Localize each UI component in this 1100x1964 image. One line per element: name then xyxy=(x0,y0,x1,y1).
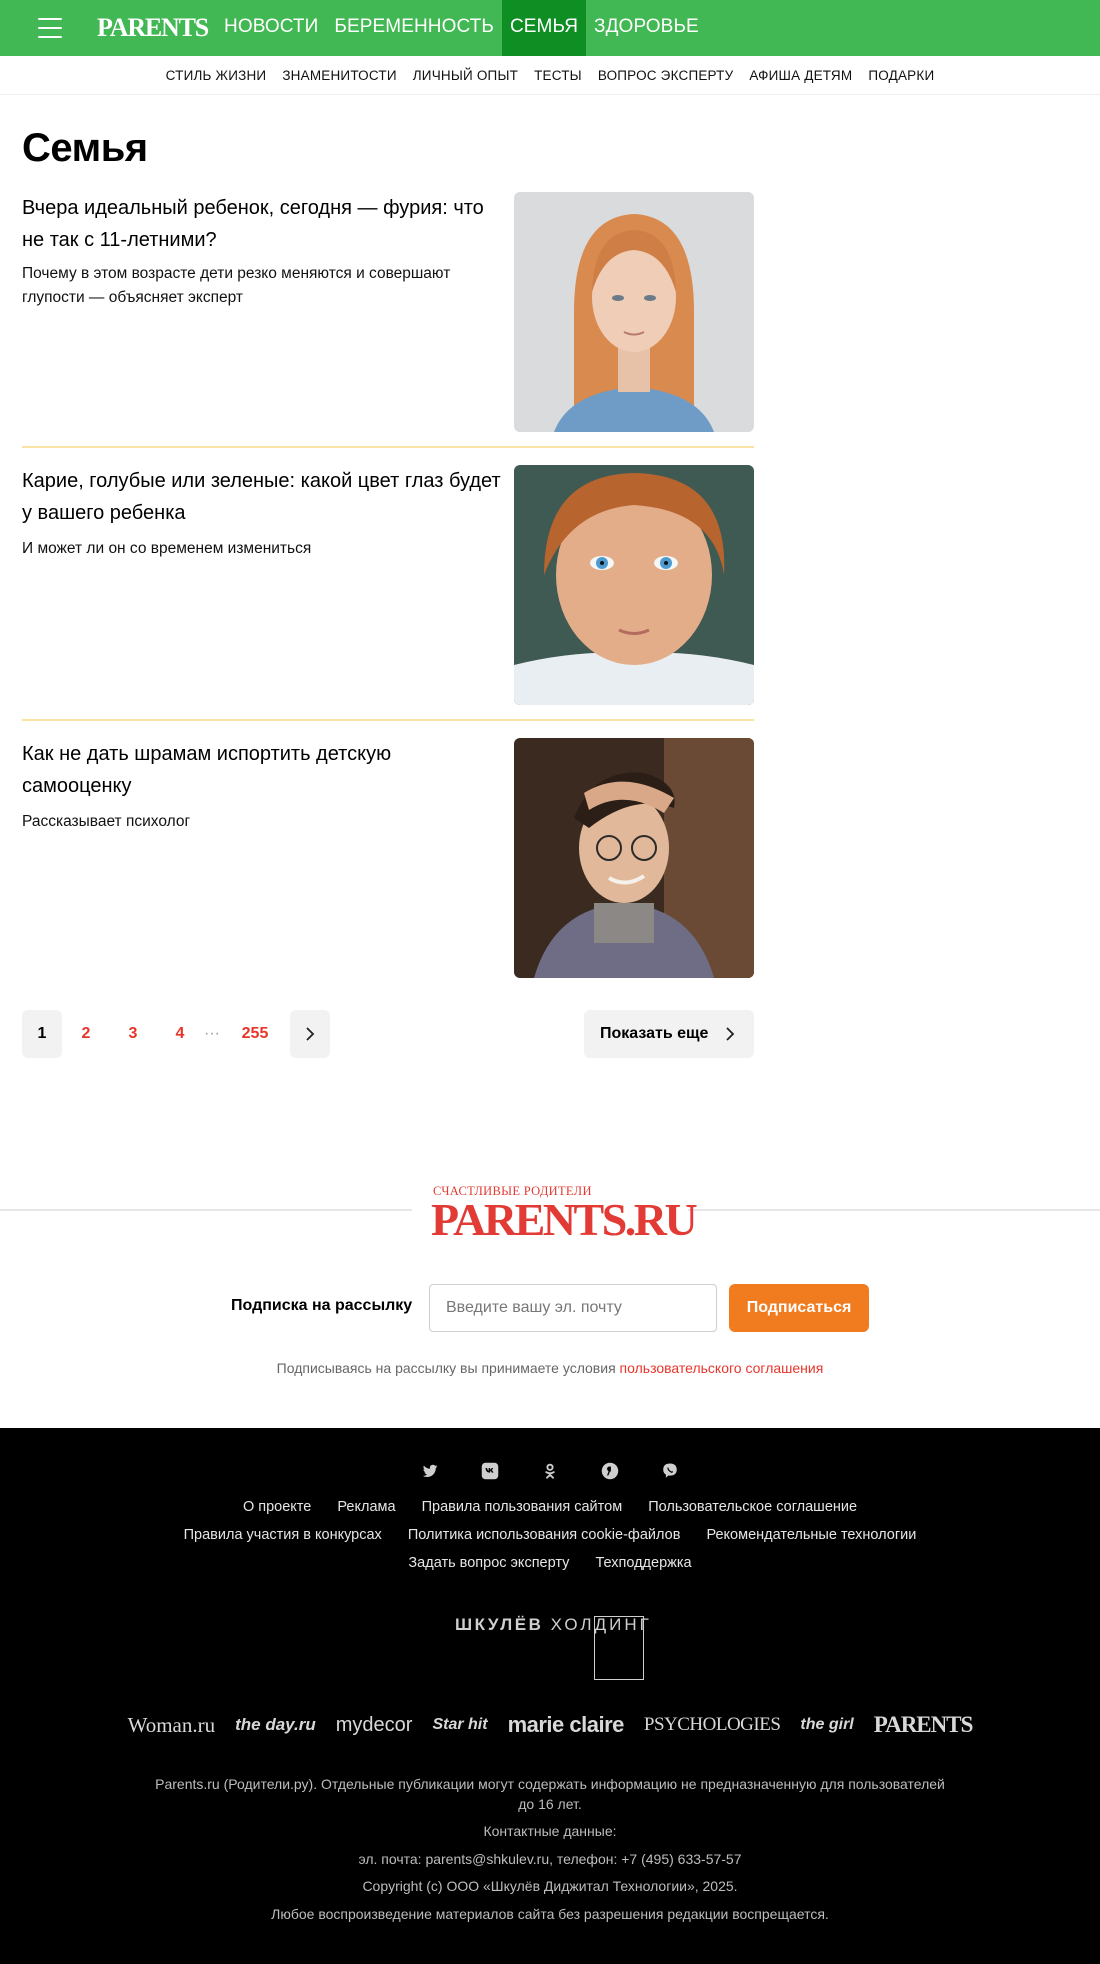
footer-links-row: Правила участия в конкурсах Политика исп… xyxy=(0,1527,1100,1543)
footer-disclaimer-cont: до 16 лет. xyxy=(518,1796,582,1812)
odnoklassniki-icon[interactable] xyxy=(541,1462,559,1480)
main-nav: НОВОСТИ БЕРЕМЕННОСТЬ СЕМЬЯ ЗДОРОВЬЕ xyxy=(216,0,707,56)
vk-icon[interactable] xyxy=(481,1462,499,1480)
footer-contacts: эл. почта: parents@shkulev.ru, телефон: … xyxy=(358,1851,742,1867)
footer-link-ask-expert[interactable]: Задать вопрос эксперту xyxy=(408,1555,569,1571)
pagination-page[interactable]: 4 xyxy=(160,1010,200,1058)
brand-marie-claire[interactable]: marie claire xyxy=(508,1712,625,1738)
article-title[interactable]: Карие, голубые или зеленые: какой цвет г… xyxy=(22,465,502,529)
yandex-icon[interactable] xyxy=(601,1462,619,1480)
brand-parents[interactable]: PARENTS xyxy=(874,1712,974,1738)
pagination-page[interactable]: 2 xyxy=(66,1010,106,1058)
top-navigation-bar: PARENTS НОВОСТИ БЕРЕМЕННОСТЬ СЕМЬЯ ЗДОРО… xyxy=(0,0,1100,56)
article-card: Как не дать шрамам испортить детскую сам… xyxy=(22,738,754,978)
subnav-item-gifts[interactable]: ПОДАРКИ xyxy=(868,68,934,83)
footer-copyright: Copyright (c) ООО «Шкулёв Диджитал Техно… xyxy=(362,1878,738,1894)
footer-link-recommendation-tech[interactable]: Рекомендательные технологии xyxy=(706,1527,916,1543)
article-title[interactable]: Вчера идеальный ребенок, сегодня — фурия… xyxy=(22,192,502,256)
email-input[interactable] xyxy=(429,1284,717,1332)
footer-links-row: О проекте Реклама Правила пользования са… xyxy=(0,1499,1100,1515)
footer-link-site-rules[interactable]: Правила пользования сайтом xyxy=(422,1499,623,1515)
page-title: Семья xyxy=(22,126,148,170)
article-image[interactable] xyxy=(514,192,754,432)
article-subtitle: И может ли он со временем измениться xyxy=(22,540,312,557)
pagination-next-button[interactable] xyxy=(290,1010,330,1058)
show-more-button[interactable]: Показать еще xyxy=(584,1010,754,1058)
footer-rights: Любое воспроизведение материалов сайта б… xyxy=(271,1906,829,1922)
footer-link-ads[interactable]: Реклама xyxy=(337,1499,395,1515)
footer-disclaimer: Parents.ru (Родители.ру). Отдельные публ… xyxy=(155,1776,945,1792)
nav-item-news[interactable]: НОВОСТИ xyxy=(216,0,326,56)
brand-starhit[interactable]: Star hit xyxy=(432,1716,487,1734)
chevron-right-icon xyxy=(306,1027,315,1041)
footer-link-contest-rules[interactable]: Правила участия в конкурсах xyxy=(184,1527,382,1543)
footer-links-row: Задать вопрос эксперту Техподдержка xyxy=(0,1555,1100,1571)
agreement-text: Подписываясь на рассылку вы принимаете у… xyxy=(276,1360,620,1376)
footer-link-support[interactable]: Техподдержка xyxy=(595,1555,691,1571)
brand-thegirl[interactable]: the girl xyxy=(800,1716,853,1734)
article-card: Карие, голубые или зеленые: какой цвет г… xyxy=(22,465,754,705)
nav-item-health[interactable]: ЗДОРОВЬЕ xyxy=(586,0,707,56)
article-image[interactable] xyxy=(514,738,754,978)
holding-logo-bold: ШКУЛЁВ xyxy=(455,1615,544,1634)
article-image[interactable] xyxy=(514,465,754,705)
article-divider xyxy=(22,719,754,721)
subscribe-button[interactable]: Подписаться xyxy=(729,1284,869,1332)
brand-divider-right xyxy=(688,1209,1100,1211)
brand-woman[interactable]: Woman.ru xyxy=(128,1713,216,1738)
twitter-icon[interactable] xyxy=(421,1462,439,1480)
subnav-item-personal-experience[interactable]: ЛИЧНЫЙ ОПЫТ xyxy=(413,68,518,83)
subscribe-agreement-text: Подписываясь на рассылку вы принимаете у… xyxy=(0,1360,1100,1376)
subnav-item-celebrities[interactable]: ЗНАМЕНИТОСТИ xyxy=(282,68,396,83)
brand-mydecor[interactable]: mydecor xyxy=(336,1714,413,1737)
subscribe-label: Подписка на рассылку xyxy=(231,1297,413,1314)
article-subtitle: Рассказывает психолог xyxy=(22,813,191,830)
brand-theday[interactable]: the day.ru xyxy=(235,1715,316,1735)
article-title[interactable]: Как не дать шрамам испортить детскую сам… xyxy=(22,738,502,802)
brand-psychologies[interactable]: PSYCHOLOGIES xyxy=(644,1714,781,1736)
holding-logo-light: ХОЛДИНГ xyxy=(550,1615,652,1634)
pagination-ellipsis: ··· xyxy=(204,1025,220,1042)
holding-logo[interactable]: ШКУЛЁВ ХОЛДИНГ xyxy=(455,1615,652,1635)
user-agreement-link[interactable]: пользовательского соглашения xyxy=(620,1360,824,1376)
pagination-last-page[interactable]: 255 xyxy=(232,1010,278,1058)
social-links xyxy=(0,1462,1100,1480)
nav-item-family[interactable]: СЕМЬЯ xyxy=(501,0,587,56)
article-divider xyxy=(22,446,754,448)
chevron-right-icon xyxy=(726,1027,735,1041)
subnav-item-ask-expert[interactable]: ВОПРОС ЭКСПЕРТУ xyxy=(598,68,734,83)
viber-icon[interactable] xyxy=(661,1462,679,1480)
brand-divider-left xyxy=(0,1209,412,1211)
site-footer: О проекте Реклама Правила пользования са… xyxy=(0,1428,1100,1964)
footer-link-user-agreement[interactable]: Пользовательское соглашение xyxy=(648,1499,857,1515)
footer-link-about[interactable]: О проекте xyxy=(243,1499,311,1515)
show-more-label: Показать еще xyxy=(600,1025,709,1042)
subnav-item-lifestyle[interactable]: СТИЛЬ ЖИЗНИ xyxy=(166,68,267,83)
holding-brands: Woman.ru the day.ru mydecor Star hit mar… xyxy=(0,1712,1100,1738)
sub-navigation: СТИЛЬ ЖИЗНИ ЗНАМЕНИТОСТИ ЛИЧНЫЙ ОПЫТ ТЕС… xyxy=(0,56,1100,95)
subnav-item-kids-events[interactable]: АФИША ДЕТЯМ xyxy=(749,68,852,83)
footer-logo[interactable]: PARENTS.RU xyxy=(431,1193,698,1246)
nav-item-pregnancy[interactable]: БЕРЕМЕННОСТЬ xyxy=(326,0,502,56)
footer-link-cookie-policy[interactable]: Политика использования cookie-файлов xyxy=(408,1527,681,1543)
footer-contacts-heading: Контактные данные: xyxy=(483,1823,617,1839)
site-logo[interactable]: PARENTS xyxy=(97,13,209,43)
article-subtitle: Почему в этом возрасте дети резко меняют… xyxy=(22,265,451,306)
pagination-page[interactable]: 3 xyxy=(113,1010,153,1058)
menu-icon[interactable] xyxy=(38,18,62,38)
subnav-item-tests[interactable]: ТЕСТЫ xyxy=(534,68,582,83)
pagination-current-page[interactable]: 1 xyxy=(22,1010,62,1058)
article-card: Вчера идеальный ребенок, сегодня — фурия… xyxy=(22,192,754,432)
